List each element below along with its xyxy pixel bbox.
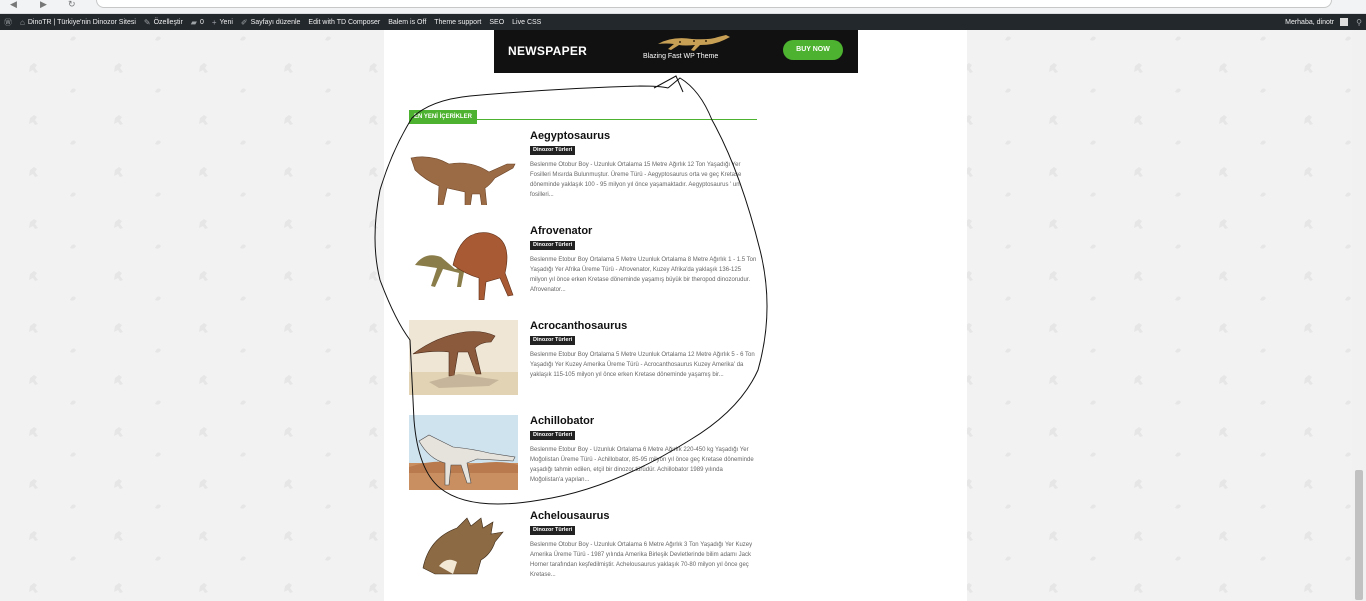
post-excerpt: Beslenme Etobur Boy Ortalama 5 Metre Uzu… xyxy=(530,352,755,378)
comment-icon: ▰ xyxy=(190,17,197,27)
buy-now-button[interactable]: BUY NOW xyxy=(783,40,843,60)
new-content-link[interactable]: + Yeni xyxy=(208,14,237,30)
plus-icon: + xyxy=(211,17,217,27)
post-excerpt: Beslenme Otobur Boy - Uzunluk Ortalama 6… xyxy=(530,542,753,578)
category-badge[interactable]: Dinozor Türleri xyxy=(530,241,576,250)
category-badge[interactable]: Dinozor Türleri xyxy=(530,146,576,155)
post-title[interactable]: Achelousaurus xyxy=(530,510,609,522)
back-icon[interactable]: ◀ xyxy=(10,0,19,9)
list-item[interactable]: Aegyptosaurus Dinozor Türleri Beslenme O… xyxy=(409,130,757,208)
site-name-link[interactable]: ⌂ DinoTR | Türkiye'nin Dinozor Sitesi xyxy=(16,14,140,30)
forward-icon[interactable]: ▶ xyxy=(40,0,49,9)
post-title[interactable]: Achillobator xyxy=(530,415,594,427)
edit-page-link[interactable]: ✐ Sayfayı düzenle xyxy=(237,14,305,30)
theme-support-link[interactable]: Theme support xyxy=(430,14,485,30)
comments-link[interactable]: ▰ 0 xyxy=(187,14,208,30)
scrollbar-thumb[interactable] xyxy=(1355,470,1363,600)
list-item[interactable]: Afrovenator Dinozor Türleri Beslenme Eto… xyxy=(409,225,757,303)
brush-icon: ✎ xyxy=(143,17,151,27)
post-title[interactable]: Aegyptosaurus xyxy=(530,130,610,142)
account-menu[interactable]: Merhaba, dinotr xyxy=(1281,14,1352,30)
newspaper-ad-banner[interactable]: NEWSPAPER Blazing Fast WP Theme BUY NOW xyxy=(494,30,858,73)
latest-posts-header: EN YENİ İÇERİKLER xyxy=(409,105,757,124)
wordpress-logo-icon[interactable]: Ⓦ xyxy=(0,14,16,30)
category-badge[interactable]: Dinozor Türleri xyxy=(530,431,576,440)
balem-toggle[interactable]: Balem is Off xyxy=(384,14,430,30)
post-title[interactable]: Afrovenator xyxy=(530,225,592,237)
browser-toolbar: ◀ ▶ ↻ xyxy=(0,0,1366,14)
list-item[interactable]: Achillobator Dinozor Türleri Beslenme Et… xyxy=(409,415,757,493)
reload-icon[interactable]: ↻ xyxy=(68,0,77,9)
post-title[interactable]: Acrocanthosaurus xyxy=(530,320,627,332)
post-thumbnail[interactable] xyxy=(409,415,518,490)
category-badge[interactable]: Dinozor Türleri xyxy=(530,336,576,345)
seo-link[interactable]: SEO xyxy=(485,14,508,30)
td-composer-link[interactable]: Edit with TD Composer xyxy=(304,14,384,30)
block-title: EN YENİ İÇERİKLER xyxy=(409,110,477,124)
address-bar[interactable] xyxy=(96,0,1332,8)
post-thumbnail[interactable] xyxy=(409,320,518,395)
ad-brand: NEWSPAPER xyxy=(508,44,588,58)
cheetah-image xyxy=(658,35,730,51)
home-icon: ⌂ xyxy=(20,17,25,27)
post-thumbnail[interactable] xyxy=(409,510,518,585)
page-scrollbar[interactable] xyxy=(1352,30,1366,601)
pencil-icon: ✐ xyxy=(240,17,248,27)
category-badge[interactable]: Dinozor Türleri xyxy=(530,526,576,535)
avatar xyxy=(1340,18,1349,26)
ad-tagline: Blazing Fast WP Theme xyxy=(643,53,719,60)
list-item[interactable]: Acrocanthosaurus Dinozor Türleri Beslenm… xyxy=(409,320,757,398)
post-excerpt: Beslenme Etobur Boy Ortalama 5 Metre Uzu… xyxy=(530,257,757,293)
customize-link[interactable]: ✎ Özelleştir xyxy=(140,14,187,30)
wp-admin-bar: Ⓦ ⌂ DinoTR | Türkiye'nin Dinozor Sitesi ✎… xyxy=(0,14,1366,30)
list-item[interactable]: Achelousaurus Dinozor Türleri Beslenme O… xyxy=(409,510,757,588)
content-column: NEWSPAPER Blazing Fast WP Theme BUY NOW … xyxy=(384,30,967,601)
post-excerpt: Beslenme Etobur Boy - Uzunluk Ortalama 6… xyxy=(530,447,754,483)
search-icon[interactable]: ⚲ xyxy=(1352,14,1366,30)
post-thumbnail[interactable] xyxy=(409,225,518,300)
live-css-link[interactable]: Live CSS xyxy=(508,14,545,30)
post-excerpt: Beslenme Otobur Boy - Uzunluk Ortalama 1… xyxy=(530,162,742,198)
post-thumbnail[interactable] xyxy=(409,130,518,205)
